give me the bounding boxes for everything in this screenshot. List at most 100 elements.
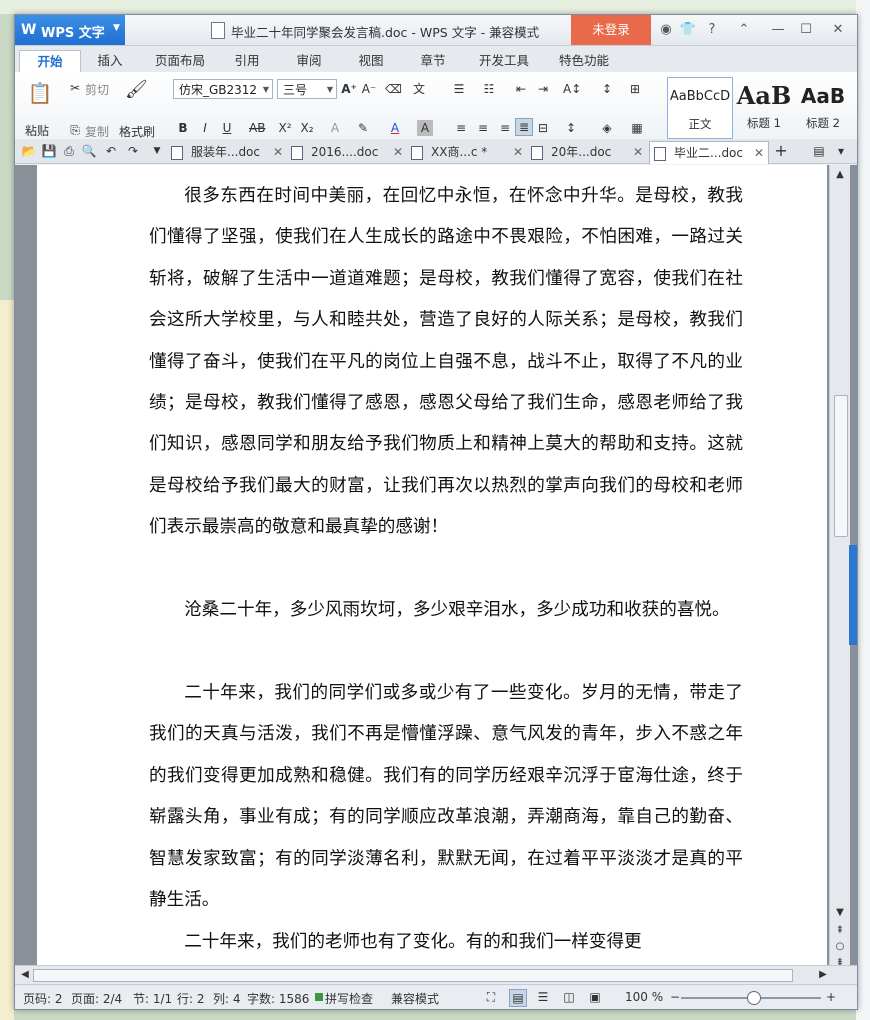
phonetic-icon[interactable]: 文	[411, 81, 427, 97]
tab-list-icon[interactable]: ▤	[811, 143, 827, 159]
text-effect-icon[interactable]: A	[327, 120, 343, 136]
status-word-count[interactable]: 字数: 1586	[247, 990, 309, 1007]
help-icon[interactable]: ?	[703, 21, 721, 39]
zoom-slider-knob[interactable]	[747, 991, 761, 1005]
zoom-in-icon[interactable]: +	[823, 989, 839, 1005]
align-justify-icon[interactable]: ≣	[515, 118, 533, 136]
redo-icon[interactable]: ↷	[125, 143, 141, 159]
tab-review[interactable]: 审阅	[287, 50, 331, 72]
settings-icon[interactable]: ◉	[657, 21, 675, 39]
font-name-select[interactable]: 仿宋_GB2312 ▼	[173, 79, 273, 99]
zoom-level[interactable]: 100 %	[625, 990, 663, 1004]
paste-icon[interactable]: 📋	[27, 80, 53, 106]
bullets-icon[interactable]: ☰	[451, 81, 467, 97]
tab-view[interactable]: 视图	[349, 50, 393, 72]
side-panel-toggle[interactable]	[849, 545, 857, 645]
align-center-icon[interactable]: ≡	[475, 120, 491, 136]
tab-insert[interactable]: 插入	[85, 50, 135, 72]
document-page[interactable]: 很多东西在时间中美丽，在回忆中永恒，在怀念中升华。是母校，教我们懂得了坚强，使我…	[37, 165, 827, 965]
app-menu-button[interactable]: W WPS 文字 ▼	[15, 15, 125, 45]
close-tab-icon[interactable]: ✕	[393, 141, 403, 163]
web-view-icon[interactable]: ◫	[561, 989, 577, 1005]
copy-icon[interactable]: ⎘	[67, 122, 83, 138]
style-normal[interactable]: AaBbCcD 正文	[667, 77, 733, 139]
line-spacing-icon[interactable]: ↕	[563, 120, 579, 136]
skin-icon[interactable]: 👕	[679, 21, 697, 39]
fullscreen-view-icon[interactable]: ⛶	[483, 989, 499, 1005]
doc-tab-active[interactable]: 毕业二...doc ✕	[649, 141, 769, 164]
shading-icon[interactable]: ◈	[599, 120, 615, 136]
open-folder-icon[interactable]: 📂	[21, 143, 37, 159]
login-button[interactable]: 未登录	[571, 15, 651, 45]
italic-icon[interactable]: I	[197, 120, 213, 136]
font-color-icon[interactable]: A	[387, 120, 403, 136]
copy-button[interactable]: 复制	[85, 123, 109, 140]
print-preview-icon[interactable]: 🔍	[81, 143, 97, 159]
doc-tab-2[interactable]: 2016....doc ✕	[291, 141, 403, 163]
scroll-up-icon[interactable]: ▲	[832, 167, 848, 183]
browse-object-icon[interactable]: ○	[832, 939, 848, 955]
save-icon[interactable]: 💾	[41, 143, 57, 159]
horizontal-scrollbar[interactable]: ◀ ▶	[15, 965, 857, 984]
outline-view-icon[interactable]: ☰	[535, 989, 551, 1005]
reading-view-icon[interactable]: ▣	[587, 989, 603, 1005]
undo-icon[interactable]: ↶	[103, 143, 119, 159]
highlight-icon[interactable]: ✎	[355, 120, 371, 136]
numbering-icon[interactable]: ☷	[481, 81, 497, 97]
format-painter-button[interactable]: 格式刷	[119, 123, 155, 140]
close-icon[interactable]: ✕	[829, 21, 847, 39]
spell-check-button[interactable]: 拼写检查	[325, 990, 373, 1007]
close-tab-icon[interactable]: ✕	[754, 142, 764, 164]
tab-home[interactable]: 开始	[19, 50, 81, 73]
horizontal-scroll-thumb[interactable]	[33, 969, 793, 982]
doc-tab-3[interactable]: XX商...c * ✕	[411, 141, 523, 163]
close-tab-icon[interactable]: ✕	[273, 141, 283, 163]
vertical-scrollbar[interactable]: ▲ ▼ ⇞ ○ ⇟	[829, 165, 850, 968]
scroll-down-icon[interactable]: ▼	[832, 905, 848, 921]
table-icon[interactable]: ⊞	[627, 81, 643, 97]
grow-font-icon[interactable]: A⁺	[341, 81, 357, 97]
collapse-ribbon-icon[interactable]: ⌃	[735, 21, 753, 39]
doc-tab-4[interactable]: 20年...doc ✕	[531, 141, 643, 163]
sort-icon[interactable]: ↕	[599, 81, 615, 97]
scroll-right-icon[interactable]: ▶	[815, 967, 831, 983]
style-heading-1[interactable]: AaB 标题 1	[733, 77, 795, 137]
print-icon[interactable]: ⎙	[61, 143, 77, 159]
minimize-icon[interactable]: —	[769, 21, 787, 39]
tab-page-layout[interactable]: 页面布局	[147, 50, 213, 72]
underline-icon[interactable]: U	[219, 120, 235, 136]
tab-chapter[interactable]: 章节	[411, 50, 455, 72]
borders-icon[interactable]: ▦	[629, 120, 645, 136]
align-right-icon[interactable]: ≡	[497, 120, 513, 136]
prev-page-icon[interactable]: ⇞	[832, 923, 848, 939]
superscript-icon[interactable]: X²	[277, 120, 293, 136]
cut-button[interactable]: 剪切	[85, 81, 109, 98]
style-heading-2[interactable]: AaB 标题 2	[797, 77, 849, 137]
tab-developer[interactable]: 开发工具	[469, 50, 539, 72]
vertical-scroll-thumb[interactable]	[834, 395, 848, 537]
tab-menu-icon[interactable]: ▾	[833, 143, 849, 159]
clear-format-icon[interactable]: ⌫	[385, 81, 402, 97]
close-tab-icon[interactable]: ✕	[513, 141, 523, 163]
strikethrough-icon[interactable]: AB	[249, 120, 265, 136]
tab-references[interactable]: 引用	[225, 50, 269, 72]
page-view-icon[interactable]: ▤	[509, 989, 527, 1007]
quick-access-more-icon[interactable]: ▼	[149, 143, 165, 159]
close-tab-icon[interactable]: ✕	[633, 141, 643, 163]
distributed-icon[interactable]: ⊟	[535, 120, 551, 136]
new-tab-icon[interactable]: +	[773, 143, 789, 159]
cut-icon[interactable]: ✂	[67, 80, 83, 96]
paste-button[interactable]: 粘贴	[25, 122, 49, 139]
increase-indent-icon[interactable]: ⇥	[535, 81, 551, 97]
decrease-indent-icon[interactable]: ⇤	[513, 81, 529, 97]
scroll-left-icon[interactable]: ◀	[17, 967, 33, 983]
char-shading-icon[interactable]: A	[417, 120, 433, 136]
font-size-select[interactable]: 三号 ▼	[277, 79, 337, 99]
tab-features[interactable]: 特色功能	[549, 50, 619, 72]
align-left-icon[interactable]: ≡	[453, 120, 469, 136]
format-painter-icon[interactable]: 🖌	[125, 81, 148, 104]
bold-icon[interactable]: B	[175, 120, 191, 136]
text-direction-icon[interactable]: A↕	[563, 81, 581, 97]
subscript-icon[interactable]: X₂	[299, 120, 315, 136]
maximize-icon[interactable]: ☐	[797, 21, 815, 39]
